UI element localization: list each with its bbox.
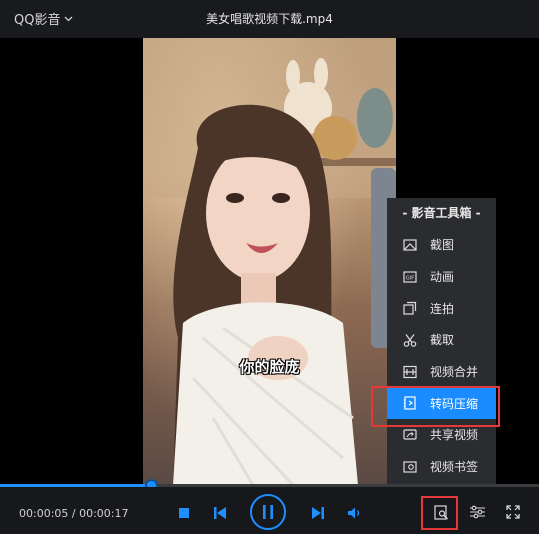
toolbox-menu: - 影音工具箱 - 截图 GIF 动画 连拍 截取 视频合并 转码压缩 共享视频… — [387, 198, 496, 493]
volume-icon — [347, 507, 359, 519]
menu-item-screenshot[interactable]: 截图 — [387, 229, 496, 261]
volume-button[interactable] — [345, 503, 365, 523]
menu-item-merge[interactable]: 视频合并 — [387, 356, 496, 388]
pause-icon — [263, 505, 273, 519]
stop-button[interactable] — [174, 503, 194, 523]
control-bar: 00:00:05 / 00:00:17 — [0, 487, 539, 534]
title-bar: QQ影音 美女唱歌视频下载.mp4 — [0, 0, 539, 38]
settings-button[interactable] — [466, 501, 488, 523]
fullscreen-button[interactable] — [502, 501, 524, 523]
toolbox-icon — [433, 504, 448, 520]
menu-item-label: 截取 — [430, 333, 455, 348]
menu-item-gif[interactable]: GIF 动画 — [387, 261, 496, 293]
sliders-icon — [469, 505, 485, 519]
stop-icon — [179, 508, 189, 518]
menu-item-share[interactable]: 共享视频 — [387, 419, 496, 451]
time-display: 00:00:05 / 00:00:17 — [19, 507, 129, 520]
skip-previous-icon — [214, 507, 226, 519]
menu-item-label: 动画 — [430, 270, 455, 285]
share-icon — [403, 429, 417, 440]
merge-icon — [403, 365, 417, 378]
pause-button[interactable] — [250, 494, 286, 530]
video-frame[interactable]: 你的脸庞 — [143, 38, 396, 485]
previous-button[interactable] — [210, 503, 230, 523]
menu-item-label: 转码压缩 — [430, 396, 479, 411]
toolbox-title: - 影音工具箱 - — [402, 206, 481, 220]
video-content — [143, 38, 396, 485]
gif-icon: GIF — [403, 270, 417, 283]
burst-icon — [403, 302, 417, 315]
menu-item-label: 连拍 — [430, 301, 455, 316]
next-button[interactable] — [308, 503, 328, 523]
menu-item-transcode[interactable]: 转码压缩 — [387, 387, 496, 420]
skip-next-icon — [312, 507, 324, 519]
screenshot-icon — [403, 239, 417, 251]
menu-item-label: 视频合并 — [430, 365, 479, 380]
toolbox-button[interactable] — [430, 501, 452, 523]
menu-item-label: 截图 — [430, 238, 455, 253]
bookmark-icon — [403, 461, 417, 473]
fullscreen-icon — [506, 505, 520, 519]
svg-text:GIF: GIF — [406, 275, 414, 281]
menu-item-label: 共享视频 — [430, 428, 479, 443]
menu-item-label: 视频书签 — [430, 460, 479, 475]
menu-item-trim[interactable]: 截取 — [387, 324, 496, 356]
menu-item-bookmark[interactable]: 视频书签 — [387, 451, 496, 483]
window-title: 美女唱歌视频下载.mp4 — [206, 12, 333, 26]
transcode-icon — [403, 396, 416, 410]
menu-item-burst[interactable]: 连拍 — [387, 292, 496, 324]
scissors-icon — [403, 334, 417, 347]
video-subtitle: 你的脸庞 — [239, 358, 300, 376]
